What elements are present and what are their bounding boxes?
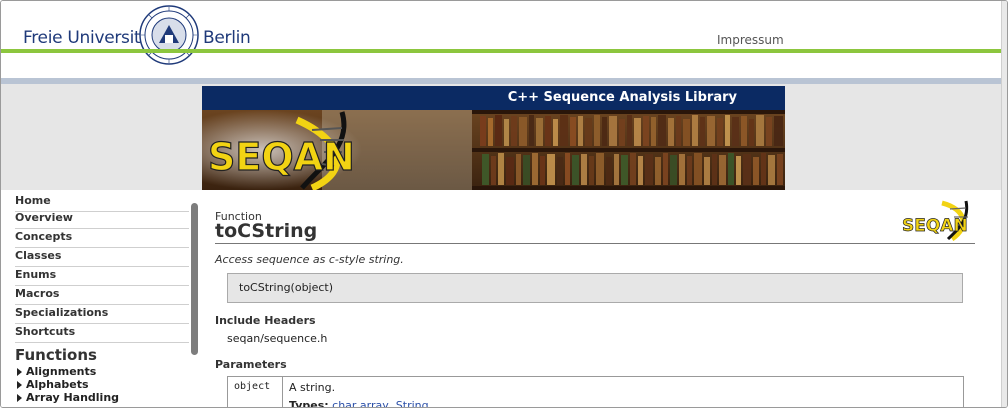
signature-box: toCString(object): [227, 273, 963, 303]
sidebar-item-concepts[interactable]: Concepts: [15, 229, 189, 248]
parameters-table: object A string. Types: char array, Stri…: [227, 376, 964, 408]
site-header: Freie Universität Berlin Impressum: [1, 1, 1007, 87]
triangle-right-icon[interactable]: [17, 368, 22, 376]
param-types: Types: char array, String: [289, 399, 429, 408]
banner-title-bar: C++ Sequence Analysis Library: [202, 86, 785, 110]
signature-text: toCString(object): [239, 281, 334, 294]
include-header-value: seqan/sequence.h: [227, 332, 328, 345]
function-group-alphabets[interactable]: Alphabets: [17, 379, 89, 391]
function-group-label: Alphabets: [26, 378, 89, 391]
param-types-label: Types:: [289, 399, 329, 408]
seqan-logo-icon[interactable]: SEQAN: [900, 199, 975, 241]
sidebar-item-specializations[interactable]: Specializations: [15, 305, 189, 324]
function-description: Access sequence as c-style string.: [215, 253, 404, 266]
function-group-label: Array Handling: [26, 391, 120, 404]
functions-heading: Functions: [15, 346, 97, 364]
seqan-logo-text: SEQAN: [902, 216, 968, 236]
banner-title: C++ Sequence Analysis Library: [507, 90, 737, 105]
banner-image: SEQAN: [202, 110, 785, 190]
sidebar-item-macros[interactable]: Macros: [15, 286, 189, 305]
function-group-alignments[interactable]: Alignments: [17, 366, 96, 378]
sidebar-item-classes[interactable]: Classes: [15, 248, 189, 267]
param-description: A string.: [289, 381, 336, 394]
parameters-heading: Parameters: [215, 358, 287, 371]
sidebar-item-shortcuts[interactable]: Shortcuts: [15, 324, 189, 343]
type-link-char-array[interactable]: char array: [332, 399, 389, 407]
function-group-label: Alignments: [26, 365, 97, 378]
impressum-link[interactable]: Impressum: [717, 33, 784, 47]
banner-logo-text: SEQAN: [208, 135, 355, 179]
include-headers-heading: Include Headers: [215, 314, 316, 327]
library-shelves-image: SEQAN: [202, 110, 785, 190]
function-group-array-handling[interactable]: Array Handling: [17, 392, 119, 404]
triangle-right-icon[interactable]: [17, 381, 22, 389]
param-name: object: [234, 381, 271, 392]
sidebar-item-enums[interactable]: Enums: [15, 267, 189, 286]
header-green-divider: [1, 49, 1007, 53]
page-title: toCString: [215, 220, 318, 242]
triangle-right-icon[interactable]: [17, 394, 22, 402]
window-scrollbar[interactable]: [1001, 1, 1007, 407]
university-name-right: Berlin: [203, 28, 251, 48]
sidebar-scrollbar[interactable]: [191, 203, 198, 355]
sidebar-item-overview[interactable]: Overview: [15, 210, 189, 229]
title-divider: [215, 243, 975, 244]
param-name-cell: object: [228, 377, 283, 407]
fu-seal-icon[interactable]: [139, 5, 199, 65]
university-name-left: Freie Universität: [23, 28, 157, 48]
type-link-string[interactable]: String: [396, 399, 429, 407]
browser-frame: Freie Universität Berlin Impressum C++ S…: [0, 0, 1008, 408]
